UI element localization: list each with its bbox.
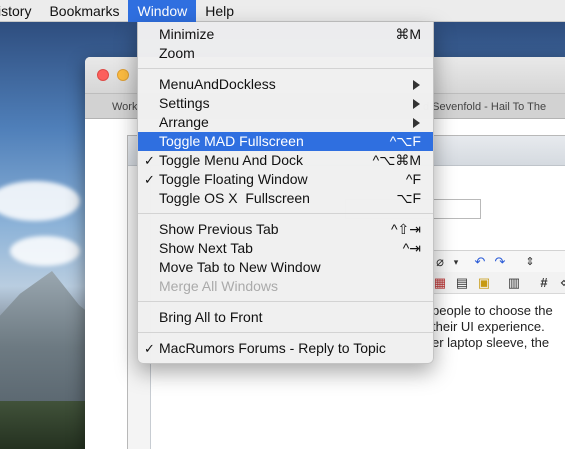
menu-item-label: Toggle Menu And Dock <box>159 152 303 168</box>
menu-item-toggle-mad-fullscreen[interactable]: Toggle MAD Fullscreen ^⌥F <box>138 132 433 151</box>
minimize-window-button[interactable] <box>117 69 129 81</box>
menu-item-arrange[interactable]: Arrange <box>138 113 433 132</box>
menu-separator <box>138 301 433 302</box>
menu-item-show-next-tab[interactable]: Show Next Tab ^⇥ <box>138 239 433 258</box>
menu-item-label: Settings <box>159 95 210 111</box>
post-text-line-3: er laptop sleeve, the <box>432 335 550 350</box>
checkmark-icon: ✓ <box>144 341 155 356</box>
menu-item-label: Toggle Floating Window <box>159 171 308 187</box>
submenu-arrow-icon <box>413 80 420 90</box>
menu-item-shortcut: ^⌥F <box>389 133 421 149</box>
menu-item-label: Zoom <box>159 45 195 61</box>
menu-item-label: MacRumors Forums - Reply to Topic <box>159 340 386 356</box>
menu-item-label: Bring All to Front <box>159 309 263 325</box>
menu-item-menuanddockless[interactable]: MenuAndDockless <box>138 75 433 94</box>
menu-item-bring-all-to-front[interactable]: Bring All to Front <box>138 308 433 327</box>
quote-icon[interactable]: ▥ <box>506 275 522 291</box>
attach-icon[interactable]: ⌀ <box>432 254 448 270</box>
menu-bookmarks[interactable]: Bookmarks <box>40 0 128 22</box>
dropdown-icon[interactable]: ▾ <box>448 254 464 270</box>
editor-toolbar-2: ▦ ▤ ▣ ▥ # ⋄ <box>430 272 565 294</box>
menu-separator <box>138 68 433 69</box>
menu-window[interactable]: Window <box>128 0 197 22</box>
menu-item-zoom[interactable]: Zoom <box>138 44 433 63</box>
menu-item-toggle-osx-fullscreen[interactable]: Toggle OS X Fullscreen ⌥F <box>138 189 433 208</box>
menu-item-merge-all-windows: Merge All Windows <box>138 277 433 296</box>
submenu-arrow-icon <box>413 99 420 109</box>
menu-item-toggle-floating-window[interactable]: ✓ Toggle Floating Window ^F <box>138 170 433 189</box>
menu-item-label: Toggle OS X Fullscreen <box>159 190 310 206</box>
tab-work[interactable]: Work <box>112 101 137 113</box>
menu-history[interactable]: istory <box>0 0 40 22</box>
post-text-line-1: people to choose the <box>432 303 553 318</box>
menu-item-label: Move Tab to New Window <box>159 259 321 275</box>
menu-item-label: Show Next Tab <box>159 240 253 256</box>
post-text-line-2: their UI experience. <box>432 319 545 334</box>
menu-item-shortcut: ⌥F <box>396 190 421 206</box>
menu-item-settings[interactable]: Settings <box>138 94 433 113</box>
image-icon[interactable]: ▣ <box>476 275 492 291</box>
menu-item-move-tab-to-new-window[interactable]: Move Tab to New Window <box>138 258 433 277</box>
menu-item-shortcut: ^F <box>405 171 421 187</box>
menu-item-shortcut: ^⇧⇥ <box>390 221 421 237</box>
menu-help[interactable]: Help <box>196 0 243 22</box>
hash-icon[interactable]: # <box>536 275 552 291</box>
close-window-button[interactable] <box>97 69 109 81</box>
tab-hail-to-the[interactable]: d Sevenfold - Hail To The <box>423 101 546 113</box>
menu-item-shortcut: ⌘M <box>395 26 421 42</box>
menu-item-label: Toggle MAD Fullscreen <box>159 133 304 149</box>
menu-item-label: MenuAndDockless <box>159 76 276 92</box>
submenu-arrow-icon <box>413 118 420 128</box>
redo-icon[interactable]: ↷ <box>492 254 508 270</box>
menu-item-toggle-menu-and-dock[interactable]: ✓ Toggle Menu And Dock ^⌥⌘M <box>138 151 433 170</box>
checkmark-icon: ✓ <box>144 172 155 187</box>
menu-item-macrumors-forums-window[interactable]: ✓ MacRumors Forums - Reply to Topic <box>138 339 433 358</box>
menu-item-label: Arrange <box>159 114 209 130</box>
menu-item-shortcut: ^⇥ <box>402 240 421 256</box>
menu-bar: istory Bookmarks Window Help <box>0 0 565 22</box>
menu-separator <box>138 332 433 333</box>
code-icon[interactable]: ⋄ <box>556 275 565 291</box>
menu-item-shortcut: ^⌥⌘M <box>372 152 421 168</box>
undo-icon[interactable]: ↶ <box>472 254 488 270</box>
resize-icon[interactable]: ⇕ <box>522 254 538 270</box>
wallpaper-cloud <box>10 236 80 266</box>
menu-item-label: Merge All Windows <box>159 278 279 294</box>
menu-item-label: Show Previous Tab <box>159 221 279 237</box>
menu-item-minimize[interactable]: Minimize ⌘M <box>138 25 433 44</box>
editor-toolbar: ⌀ ▾ ↶ ↷ ⇕ <box>430 250 565 274</box>
menu-separator <box>138 213 433 214</box>
menu-item-label: Minimize <box>159 26 215 42</box>
menu-item-show-previous-tab[interactable]: Show Previous Tab ^⇧⇥ <box>138 220 433 239</box>
checkmark-icon: ✓ <box>144 153 155 168</box>
wallpaper-cloud <box>0 181 80 221</box>
window-menu: Minimize ⌘M Zoom MenuAndDockless Setting… <box>137 22 434 364</box>
document-icon[interactable]: ▤ <box>454 275 470 291</box>
table-icon[interactable]: ▦ <box>432 275 448 291</box>
